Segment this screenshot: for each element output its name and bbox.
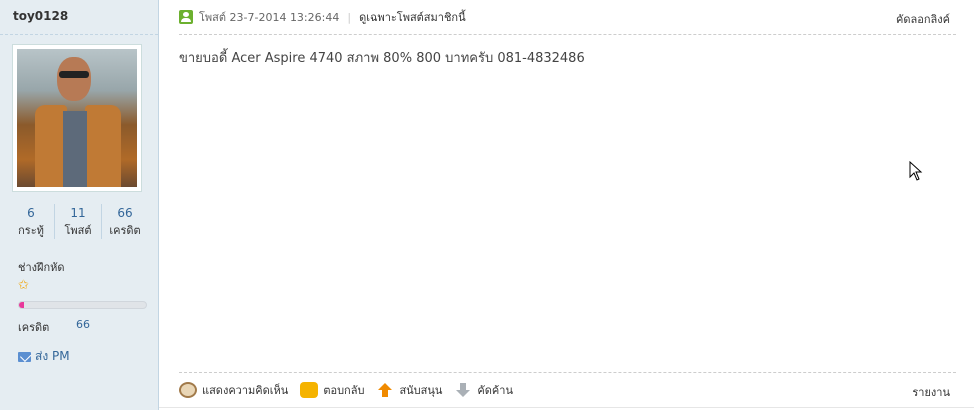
post-actions: แสดงความคิดเห็น ตอบกลับ สนับสนุน คัดค้าน	[179, 381, 525, 399]
credit-value: 66	[76, 318, 90, 331]
rank-title[interactable]: ช่างฝึกหัด	[18, 258, 65, 276]
stat-threads-value: 6	[27, 206, 35, 220]
only-author-link[interactable]: ดูเฉพาะโพสต์สมาชิกนี้	[359, 8, 466, 26]
reply-label: ตอบกลับ	[323, 384, 365, 397]
send-pm-label: ส่ง PM	[35, 349, 70, 363]
rank-progress-bar	[18, 301, 147, 309]
rank-progress-fill	[19, 302, 25, 308]
post-body: ขายบอดี้ Acer Aspire 4740 สภาพ 80% 800 บ…	[179, 51, 585, 66]
send-pm-button[interactable]: ส่ง PM	[18, 347, 70, 366]
reply-button[interactable]: ตอบกลับ	[300, 381, 364, 399]
post-meta: โพสต์ 23-7-2014 13:26:44 | ดูเฉพาะโพสต์ส…	[179, 9, 466, 25]
post-content: โพสต์ 23-7-2014 13:26:44 | ดูเฉพาะโพสต์ส…	[159, 0, 974, 410]
stat-posts-value: 11	[70, 206, 86, 220]
post-timestamp: โพสต์ 23-7-2014 13:26:44	[199, 11, 340, 24]
arrow-down-icon	[454, 382, 472, 398]
support-button[interactable]: สนับสนุน	[376, 381, 442, 399]
stat-threads-label: กระทู้	[18, 224, 44, 237]
mail-icon	[18, 351, 31, 362]
report-button[interactable]: รายงาน	[912, 383, 950, 401]
arrow-up-icon	[376, 382, 394, 398]
divider	[179, 372, 956, 373]
author-icon	[179, 10, 193, 24]
stat-posts-label: โพสต์	[64, 224, 92, 237]
stat-credits[interactable]: 66 เครดิต	[101, 204, 148, 239]
username-link[interactable]: toy0128	[13, 9, 68, 23]
divider	[0, 34, 158, 35]
credit-label: เครดิต	[18, 321, 50, 334]
oppose-button[interactable]: คัดค้าน	[454, 381, 513, 399]
avatar-image	[17, 49, 137, 187]
separator: |	[347, 10, 352, 24]
star-icon: ✩	[18, 278, 29, 293]
author-sidebar: toy0128 6 กระทู้ 11 โพสต์ 66 เครดิต ช่าง…	[0, 0, 159, 410]
mouse-cursor-icon	[909, 161, 923, 181]
user-stats: 6 กระทู้ 11 โพสต์ 66 เครดิต	[8, 204, 148, 239]
divider	[179, 34, 956, 35]
avatar[interactable]	[12, 44, 142, 192]
stat-threads[interactable]: 6 กระทู้	[8, 204, 54, 239]
stat-credits-label: เครดิต	[109, 224, 141, 237]
coffee-cup-icon	[179, 382, 197, 398]
copy-link-button[interactable]: คัดลอกลิงค์	[896, 10, 950, 28]
stat-posts[interactable]: 11 โพสต์	[54, 204, 101, 239]
divider	[159, 407, 974, 408]
comment-button[interactable]: แสดงความคิดเห็น	[179, 381, 288, 399]
speech-bubble-icon	[300, 382, 319, 398]
oppose-label: คัดค้าน	[477, 384, 513, 397]
comment-label: แสดงความคิดเห็น	[202, 384, 289, 397]
stat-credits-value: 66	[117, 206, 133, 220]
support-label: สนับสนุน	[399, 384, 443, 397]
